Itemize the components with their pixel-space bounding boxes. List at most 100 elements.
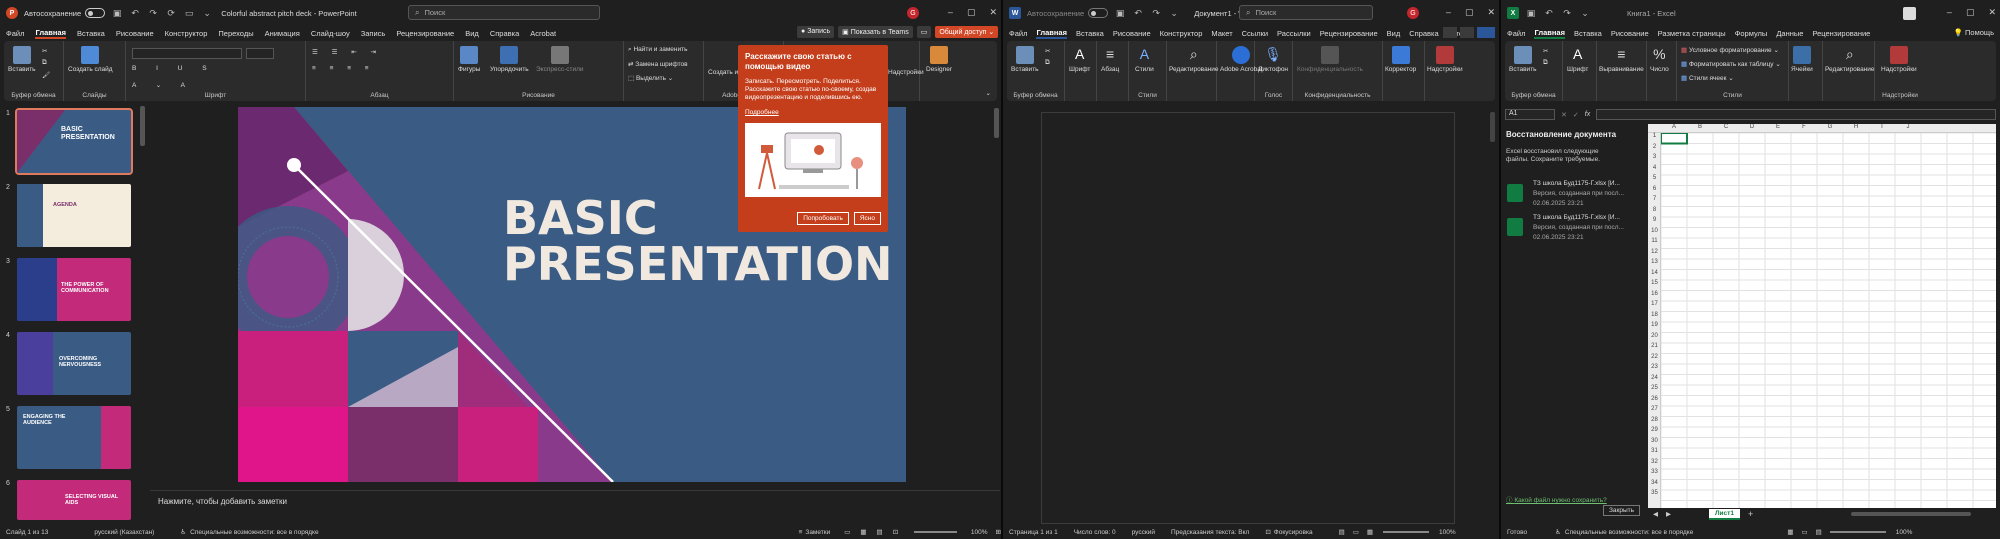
paragraph-button[interactable]: ≡ Абзац xyxy=(1101,46,1119,73)
focus-button[interactable]: Фокусировка xyxy=(1274,529,1313,536)
row-header[interactable]: 16 xyxy=(1648,291,1661,302)
maximize-icon[interactable]: ▢ xyxy=(1966,7,1975,18)
word-menu-item[interactable]: Рецензирование xyxy=(1320,29,1378,38)
row-header[interactable]: 1 xyxy=(1648,133,1661,144)
row-header[interactable]: 5 xyxy=(1648,175,1661,186)
replace-fonts-button[interactable]: ⇄ Замена шрифтов xyxy=(628,60,688,68)
dictate-button[interactable]: 🎙 Диктофон xyxy=(1258,46,1288,73)
avatar[interactable] xyxy=(1903,7,1916,20)
undo-icon[interactable]: ↶ xyxy=(1132,7,1144,19)
row-header[interactable]: 22 xyxy=(1648,354,1661,365)
column-header[interactable]: D xyxy=(1739,124,1765,133)
save-icon[interactable]: ▣ xyxy=(1114,7,1126,19)
powerpoint-menu-item[interactable]: Запись xyxy=(361,29,386,38)
column-header[interactable]: J xyxy=(1895,124,1921,133)
excel-menu-item[interactable]: Формулы xyxy=(1735,29,1768,38)
row-header[interactable]: 29 xyxy=(1648,427,1661,438)
word-menu-item[interactable]: Вставка xyxy=(1076,29,1104,38)
number-button[interactable]: % Число xyxy=(1650,46,1669,73)
powerpoint-menu-item[interactable]: Главная xyxy=(35,28,66,39)
designer-button[interactable]: Designer xyxy=(926,46,952,73)
excel-menu-item[interactable]: Файл xyxy=(1507,29,1525,38)
editing-button[interactable]: ⌕ Редактирование xyxy=(1825,46,1875,73)
view-buttons[interactable]: ▤▭▦ xyxy=(1339,528,1381,536)
notes-toggle[interactable]: Заметки xyxy=(805,529,830,536)
minimize-icon[interactable]: – xyxy=(1446,7,1451,18)
word-menu-item[interactable]: Макет xyxy=(1211,29,1232,38)
row-header[interactable]: 15 xyxy=(1648,280,1661,291)
maximize-icon[interactable]: ▢ xyxy=(1465,7,1474,18)
powerpoint-menu-item[interactable]: Вид xyxy=(465,29,479,38)
font-format-buttons[interactable]: B I U S xyxy=(132,65,216,72)
share-button[interactable]: Общий доступ ⌄ xyxy=(935,26,999,38)
share-icon[interactable] xyxy=(1477,27,1495,38)
name-box[interactable]: A1 xyxy=(1505,109,1555,120)
teams-button[interactable]: ▣ Показать в Teams xyxy=(838,26,913,38)
cell-styles-button[interactable]: ▦ Стили ячеек ⌄ xyxy=(1681,74,1734,82)
minimize-icon[interactable]: – xyxy=(1947,7,1952,18)
powerpoint-menu-item[interactable]: Справка xyxy=(490,29,519,38)
record-button[interactable]: ● Запись xyxy=(797,26,835,38)
maximize-icon[interactable]: ▢ xyxy=(967,7,976,18)
row-header[interactable]: 9 xyxy=(1648,217,1661,228)
copy-icon[interactable]: ⧉ xyxy=(1543,59,1548,67)
row-header[interactable]: 20 xyxy=(1648,333,1661,344)
thumb-slide-3[interactable]: THE POWER OF COMMUNICATION xyxy=(17,258,131,321)
font-button[interactable]: A Шрифт xyxy=(1567,46,1588,73)
thumb-slide-5[interactable]: ENGAGING THE AUDIENCE xyxy=(17,406,131,469)
powerpoint-menu-item[interactable]: Acrobat xyxy=(530,29,556,38)
try-button[interactable]: Попробовать xyxy=(797,212,849,225)
ok-button[interactable]: Ясно xyxy=(853,212,881,225)
column-header[interactable]: F xyxy=(1791,124,1817,133)
refresh-icon[interactable]: ⟳ xyxy=(165,7,177,19)
callout-link[interactable]: Подробнее xyxy=(745,109,881,116)
select-button[interactable]: ⬚ Выделить ⌄ xyxy=(628,74,673,82)
align-buttons[interactable]: ≡ ≡ ≡ ≡ xyxy=(312,65,375,72)
save-icon[interactable]: ▣ xyxy=(111,7,123,19)
row-header[interactable]: 19 xyxy=(1648,322,1661,333)
word-menu-item[interactable]: Рисование xyxy=(1113,29,1151,38)
undo-icon[interactable]: ↶ xyxy=(1543,7,1555,19)
styles-button[interactable]: A Стили xyxy=(1135,46,1154,73)
scroll-left-icon[interactable]: ◀ xyxy=(1653,510,1658,518)
column-header[interactable]: E xyxy=(1765,124,1791,133)
scroll-right-icon[interactable]: ▶ xyxy=(1666,510,1671,518)
redo-icon[interactable]: ↷ xyxy=(1150,7,1162,19)
powerpoint-menu-item[interactable]: Анимация xyxy=(265,29,300,38)
autosave-toggle[interactable] xyxy=(1088,8,1109,18)
edit-mode-icon[interactable] xyxy=(1460,27,1474,38)
word-menu-item[interactable]: Справка xyxy=(1409,29,1438,38)
add-sheet-icon[interactable]: + xyxy=(1748,509,1753,519)
present-icon[interactable]: ▭ xyxy=(183,7,195,19)
slide-scrollbar[interactable] xyxy=(994,108,999,138)
row-header[interactable]: 32 xyxy=(1648,459,1661,470)
undo-icon[interactable]: ↶ xyxy=(129,7,141,19)
corrector-button[interactable]: Корректор xyxy=(1385,46,1416,73)
thumb-slide-2[interactable]: AGENDA xyxy=(17,184,131,247)
thumb-slide-6[interactable]: SELECTING VISUAL AIDS xyxy=(17,480,131,520)
arrange-button[interactable]: Упорядочить xyxy=(490,46,529,73)
comments-icon[interactable] xyxy=(1443,27,1457,38)
ribbon-collapse-icon[interactable]: ⌄ xyxy=(986,89,991,97)
autosave-toggle[interactable] xyxy=(85,8,106,18)
addins-button[interactable]: Надстройки xyxy=(1427,46,1463,73)
row-header[interactable]: 12 xyxy=(1648,249,1661,260)
row-header[interactable]: 8 xyxy=(1648,207,1661,218)
fx-icon[interactable]: fx xyxy=(1585,111,1590,118)
word-menu-item[interactable]: Ссылки xyxy=(1242,29,1268,38)
language-status[interactable]: русский xyxy=(1132,529,1155,536)
row-header[interactable]: 28 xyxy=(1648,417,1661,428)
row-header[interactable]: 14 xyxy=(1648,270,1661,281)
accessibility-status[interactable]: Специальные возможности: все в порядке xyxy=(1565,529,1693,536)
enter-icon[interactable]: ✓ xyxy=(1573,111,1579,119)
avatar[interactable]: G xyxy=(907,7,919,19)
thumb-slide-1[interactable]: BASIC PRESENTATION xyxy=(15,108,133,175)
list-buttons[interactable]: ☰ ☰ ⇤ ⇥ xyxy=(312,48,382,56)
zoom-level[interactable]: 100% xyxy=(1439,529,1456,536)
cut-icon[interactable]: ✂ xyxy=(42,47,47,55)
search-box[interactable]: ⌕ Поиск xyxy=(1239,5,1373,20)
copy-icon[interactable]: ⧉ xyxy=(42,59,47,67)
word-menu-item[interactable]: Рассылки xyxy=(1277,29,1311,38)
powerpoint-menu-item[interactable]: Слайд-шоу xyxy=(311,29,350,38)
word-menu-item[interactable]: Конструктор xyxy=(1160,29,1203,38)
